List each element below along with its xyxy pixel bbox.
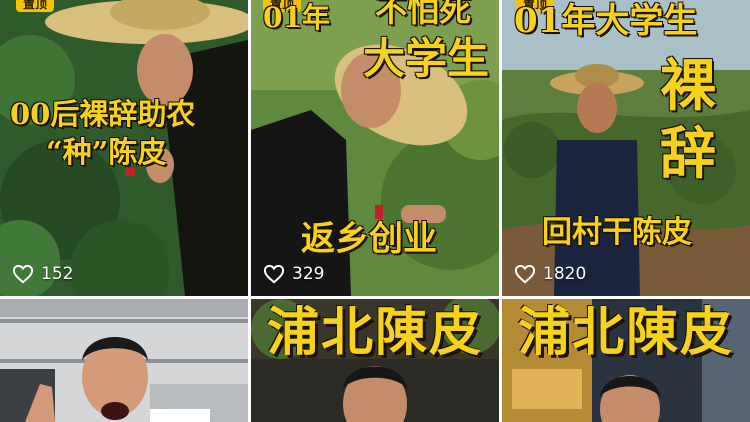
video-caption: 不怕死 (375, 0, 472, 29)
video-card[interactable]: 浦北陳皮 (251, 299, 499, 422)
video-caption: 返乡创业 (301, 219, 437, 259)
video-title: 浦北陳皮 (517, 302, 734, 363)
video-grid: 置顶 00后裸辞助农 “种”陈皮 152 置顶 01年 不怕死 大学生 返乡创业… (0, 0, 750, 422)
video-caption: 大学生 (363, 34, 490, 83)
like-count[interactable]: 1820 (514, 264, 586, 284)
video-caption: 回村干陈皮 (542, 215, 692, 250)
pinned-badge: 置顶 (16, 0, 55, 12)
video-caption: 01年大学生 (514, 1, 698, 41)
like-count-value: 329 (292, 264, 325, 284)
video-caption: “种”陈皮 (46, 135, 167, 169)
like-count[interactable]: 152 (12, 264, 73, 284)
heart-outline-icon (12, 264, 34, 284)
like-count-value: 1820 (543, 264, 587, 284)
video-thumbnail (0, 299, 248, 422)
like-count[interactable]: 329 (263, 264, 324, 284)
heart-outline-icon (263, 264, 285, 284)
video-caption: 01年 (263, 1, 330, 34)
video-caption: 00后裸辞助农 (10, 97, 196, 131)
video-card[interactable]: 浦北陳皮 (502, 299, 750, 422)
video-card[interactable]: 置顶 01年 不怕死 大学生 返乡创业 329 (251, 0, 499, 296)
video-card[interactable]: 置顶 00后裸辞助农 “种”陈皮 152 (0, 0, 248, 296)
video-title: 浦北陳皮 (266, 302, 483, 363)
video-card[interactable]: 置顶 01年大学生 裸 辞 回村干陈皮 1820 (502, 0, 750, 296)
video-caption: 辞 (660, 121, 716, 187)
video-caption: 裸 (660, 53, 716, 119)
video-card[interactable] (0, 299, 248, 422)
heart-outline-icon (514, 264, 536, 284)
like-count-value: 152 (41, 264, 74, 284)
